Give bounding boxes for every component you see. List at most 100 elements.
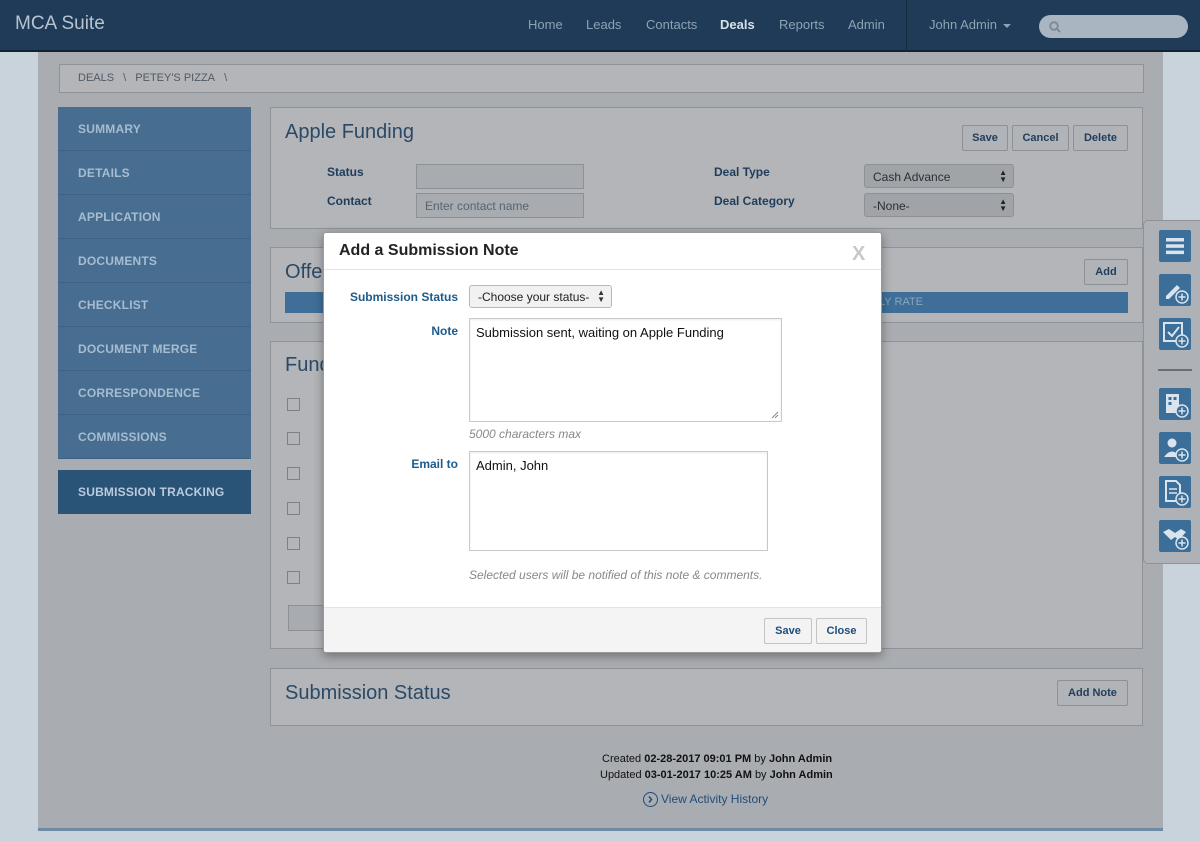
- building-add-icon[interactable]: [1159, 388, 1191, 420]
- created-meta: Created 02-28-2017 09:01 PM by John Admi…: [602, 753, 832, 765]
- submission-status-title: Submission Status: [285, 682, 451, 704]
- sidebar-item-details[interactable]: DETAILS: [58, 151, 251, 195]
- nav-leads[interactable]: Leads: [586, 17, 621, 32]
- history-link-text: View Activity History: [661, 792, 769, 806]
- funder-checkbox[interactable]: [287, 571, 300, 584]
- funder-checkbox[interactable]: [287, 398, 300, 411]
- select-arrows-icon: ▲ ▼: [597, 288, 605, 304]
- user-add-icon[interactable]: [1159, 432, 1191, 464]
- chevron-down-icon: [1002, 23, 1011, 28]
- deal-category-label: Deal Category: [714, 194, 795, 208]
- note-text: Submission sent, waiting on Apple Fundin…: [476, 325, 724, 340]
- select-arrows-icon: ▲ ▼: [999, 168, 1007, 184]
- select-arrows-icon: ▲ ▼: [999, 197, 1007, 213]
- document-add-icon[interactable]: [1159, 476, 1191, 508]
- submission-note-modal: Add a Submission Note X Submission Statu…: [323, 232, 882, 653]
- menu-icon[interactable]: [1159, 230, 1191, 262]
- search-icon: [1049, 21, 1061, 33]
- breadcrumb: DEALS \ PETEY'S PIZZA \: [59, 64, 1144, 93]
- user-name: John Admin: [929, 17, 997, 32]
- submission-status-value: -Choose your status-: [478, 290, 590, 304]
- modal-title: Add a Submission Note: [339, 242, 519, 259]
- updated-by: John Admin: [769, 769, 833, 781]
- funder-checkbox[interactable]: [287, 537, 300, 550]
- status-field[interactable]: [416, 164, 584, 189]
- edit-add-icon[interactable]: [1159, 274, 1191, 306]
- add-offer-button[interactable]: Add: [1084, 259, 1128, 285]
- offers-title: Offe: [285, 261, 323, 283]
- email-to-label: Email to: [411, 457, 458, 471]
- created-date: 02-28-2017 09:01 PM: [644, 753, 752, 765]
- sidebar-item-checklist[interactable]: CHECKLIST: [58, 283, 251, 327]
- created-by: John Admin: [768, 753, 833, 765]
- quick-action-rail: [1143, 220, 1200, 564]
- sidebar-item-summary[interactable]: SUMMARY: [58, 107, 251, 151]
- modal-close-button[interactable]: Close: [816, 618, 867, 644]
- sidebar-item-document-merge[interactable]: DOCUMENT MERGE: [58, 327, 251, 371]
- user-menu[interactable]: John Admin: [929, 17, 1011, 32]
- nav-home[interactable]: Home: [528, 17, 563, 32]
- breadcrumb-deals[interactable]: DEALS: [78, 72, 114, 84]
- deal-category-value: -None-: [873, 199, 910, 213]
- breadcrumb-deal-name[interactable]: PETEY'S PIZZA: [135, 72, 215, 84]
- clock-icon: [643, 792, 658, 808]
- nav-admin[interactable]: Admin: [848, 17, 885, 32]
- funder-checkbox[interactable]: [287, 502, 300, 515]
- save-button[interactable]: Save: [962, 125, 1008, 151]
- deal-type-select[interactable]: Cash Advance ▲ ▼: [864, 164, 1014, 188]
- handshake-add-icon[interactable]: [1159, 520, 1191, 552]
- top-navbar: MCA Suite Home Leads Contacts Deals Repo…: [0, 0, 1200, 52]
- rail-separator: [1158, 369, 1192, 371]
- funder-checkbox[interactable]: [287, 432, 300, 445]
- add-note-button[interactable]: Add Note: [1057, 680, 1128, 706]
- nav-reports[interactable]: Reports: [779, 17, 825, 32]
- close-icon[interactable]: X: [852, 243, 865, 266]
- nav-deals[interactable]: Deals: [720, 17, 755, 32]
- sidebar: SUMMARY DETAILS APPLICATION DOCUMENTS CH…: [58, 107, 251, 514]
- resize-handle-icon[interactable]: [771, 411, 779, 419]
- sidebar-item-commissions[interactable]: COMMISSIONS: [58, 415, 251, 459]
- column-header: LY RATE: [879, 296, 924, 308]
- deal-title: Apple Funding: [285, 121, 414, 143]
- note-label: Note: [431, 324, 458, 338]
- search-input[interactable]: [1039, 15, 1188, 38]
- checklist-add-icon[interactable]: [1159, 318, 1191, 350]
- contact-field[interactable]: Enter contact name: [416, 193, 584, 218]
- view-activity-history-link[interactable]: View Activity History: [643, 792, 769, 808]
- sidebar-item-correspondence[interactable]: CORRESPONDENCE: [58, 371, 251, 415]
- submission-status-select[interactable]: -Choose your status- ▲ ▼: [469, 285, 612, 308]
- email-to-field[interactable]: Admin, John: [469, 451, 768, 551]
- modal-save-button[interactable]: Save: [764, 618, 812, 644]
- funder-checkbox[interactable]: [287, 467, 300, 480]
- nav-contacts[interactable]: Contacts: [646, 17, 697, 32]
- modal-header: Add a Submission Note X: [324, 233, 881, 270]
- breadcrumb-separator: \: [224, 72, 228, 84]
- updated-by-word: by: [754, 769, 767, 781]
- app-title[interactable]: MCA Suite: [15, 13, 105, 35]
- deal-category-select[interactable]: -None- ▲ ▼: [864, 193, 1014, 217]
- nav-divider: [906, 0, 907, 52]
- updated-prefix: Updated: [600, 769, 642, 781]
- contact-label: Contact: [327, 194, 372, 208]
- email-notify-hint: Selected users will be notified of this …: [469, 568, 763, 582]
- sidebar-item-application[interactable]: APPLICATION: [58, 195, 251, 239]
- submission-status-label: Submission Status: [349, 290, 458, 304]
- updated-date: 03-01-2017 10:25 AM: [644, 769, 752, 781]
- updated-meta: Updated 03-01-2017 10:25 AM by John Admi…: [600, 769, 833, 781]
- breadcrumb-separator: \: [123, 72, 127, 84]
- funders-action-button[interactable]: [288, 605, 328, 631]
- note-character-hint: 5000 characters max: [469, 427, 582, 441]
- created-prefix: Created: [602, 753, 642, 765]
- delete-button[interactable]: Delete: [1073, 125, 1128, 151]
- page-bottom-border: [38, 828, 1163, 831]
- status-label: Status: [327, 165, 364, 179]
- created-by-word: by: [754, 753, 766, 765]
- deal-type-value: Cash Advance: [873, 170, 951, 184]
- cancel-button[interactable]: Cancel: [1012, 125, 1069, 151]
- sidebar-item-documents[interactable]: DOCUMENTS: [58, 239, 251, 283]
- deal-type-label: Deal Type: [714, 165, 770, 179]
- email-recipients: Admin, John: [476, 458, 549, 473]
- note-textarea[interactable]: Submission sent, waiting on Apple Fundin…: [469, 318, 782, 422]
- sidebar-item-submission-tracking[interactable]: SUBMISSION TRACKING: [58, 470, 251, 514]
